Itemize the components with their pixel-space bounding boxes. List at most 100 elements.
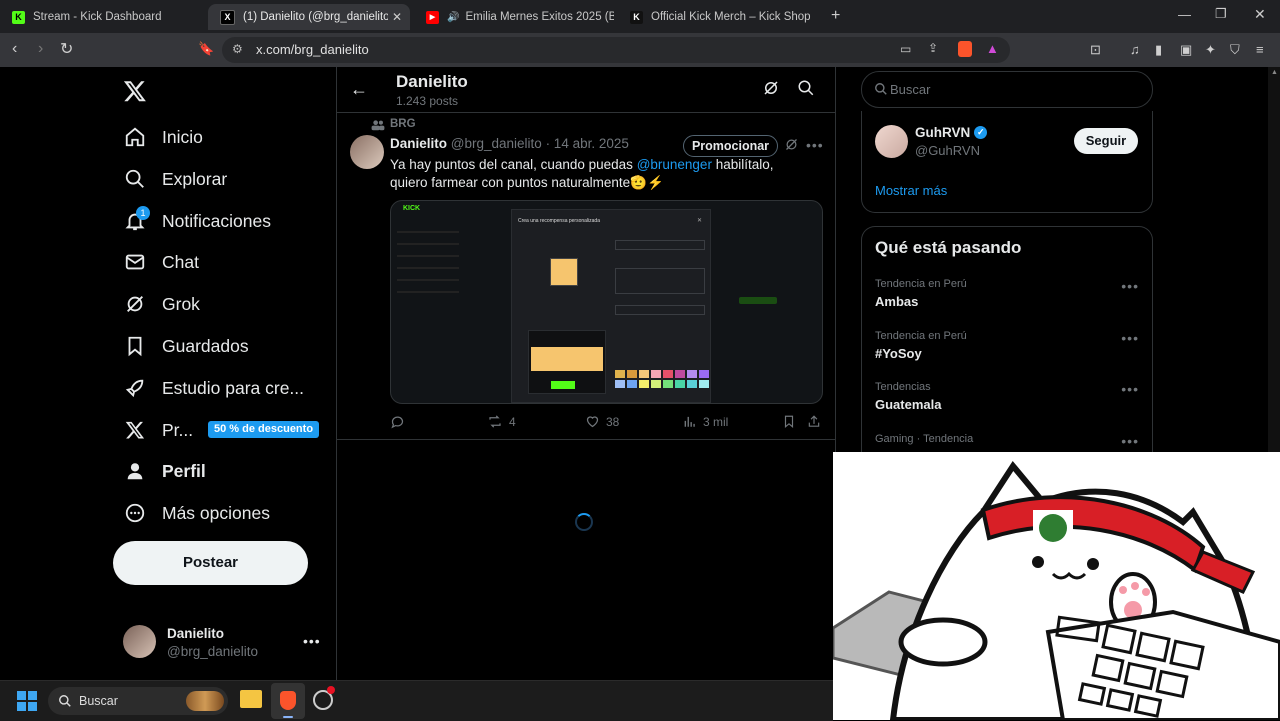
- tab-title: Official Kick Merch – Kick Shop: [651, 11, 811, 23]
- search-box[interactable]: Buscar: [861, 71, 1153, 108]
- nav-grok[interactable]: Grok: [122, 289, 200, 319]
- nav-label: Guardados: [162, 335, 249, 356]
- tweet-text: Ya hay puntos del canal, cuando puedas @…: [390, 156, 810, 192]
- notification-badge: 1: [136, 206, 150, 220]
- minimize-button[interactable]: —: [1178, 7, 1191, 22]
- forward-button[interactable]: ›: [38, 40, 43, 58]
- nav-label: Estudio para cre...: [162, 377, 305, 398]
- nav-label: Perfil: [162, 460, 206, 481]
- taskbar-search[interactable]: Buscar: [48, 687, 228, 715]
- media-color-swatches: [615, 370, 709, 392]
- tweet-media[interactable]: KICK Crea una recompensa personalizada ✕: [390, 200, 823, 404]
- nav-explore[interactable]: Explorar: [122, 164, 227, 194]
- nav-creator-studio[interactable]: Estudio para cre...: [122, 373, 304, 403]
- post-button[interactable]: Postear: [113, 541, 308, 585]
- premium-discount-badge[interactable]: 50 % de descuento: [208, 421, 320, 438]
- back-arrow-icon[interactable]: ←: [350, 79, 368, 100]
- tweet-author[interactable]: Danielito: [390, 136, 447, 151]
- audio-playing-icon: 🔊: [447, 11, 460, 23]
- media-reward-card: [550, 258, 578, 286]
- tweet-more-icon[interactable]: •••: [806, 137, 824, 153]
- scroll-up-icon[interactable]: ▲: [1271, 69, 1278, 76]
- obs-app-icon[interactable]: [313, 686, 335, 710]
- nav-more-options[interactable]: Más opciones: [122, 498, 270, 528]
- tweet-header: Danielito @brg_danielito · 14 abr. 2025: [390, 136, 629, 151]
- account-more-icon[interactable]: •••: [303, 633, 321, 649]
- bongo-cat-overlay: [833, 452, 1280, 720]
- nav-premium[interactable]: Pr...: [122, 415, 193, 445]
- nav-home[interactable]: Inicio: [122, 122, 203, 152]
- tweet-date[interactable]: · 14 abr. 2025: [546, 136, 629, 151]
- suggestion-avatar[interactable]: [875, 125, 908, 158]
- grok-explain-icon[interactable]: [784, 137, 799, 157]
- trend-more-icon[interactable]: •••: [1121, 330, 1139, 346]
- close-window-button[interactable]: ✕: [1254, 6, 1266, 23]
- trend-item[interactable]: Tendencia en Perú #YoSoy •••: [875, 330, 1139, 361]
- tab-kick-shop[interactable]: K Official Kick Merch – Kick Shop: [618, 4, 818, 30]
- show-more-link[interactable]: Mostrar más: [875, 183, 947, 198]
- grok-profile-icon[interactable]: [762, 79, 780, 102]
- like-button[interactable]: 38: [585, 414, 619, 429]
- reload-button[interactable]: ↻: [60, 39, 73, 59]
- menu-icon[interactable]: ≡: [1256, 42, 1264, 57]
- new-tab-button[interactable]: +: [831, 7, 840, 25]
- notification-dot: [327, 686, 335, 694]
- bookmark-page-icon[interactable]: 🔖: [198, 41, 214, 57]
- tab-kick-dashboard[interactable]: K Stream - Kick Dashboard: [0, 4, 205, 30]
- site-info-icon[interactable]: ⚙: [232, 42, 243, 56]
- leo-ai-icon[interactable]: ✦: [1205, 42, 1216, 58]
- reply-button[interactable]: [390, 414, 405, 434]
- nav-notifications[interactable]: 1 Notificaciones: [122, 206, 271, 236]
- back-button[interactable]: ‹: [12, 40, 17, 58]
- tweet-mention[interactable]: @brunenger: [637, 157, 712, 172]
- tweet-avatar[interactable]: [350, 135, 384, 169]
- bookmark-tweet-icon[interactable]: [782, 414, 796, 434]
- trend-item[interactable]: Tendencia en Perú Ambas •••: [875, 278, 1139, 309]
- suggestion-name-row[interactable]: GuhRVN ✓: [915, 125, 988, 140]
- trend-item[interactable]: Gaming · Tendencia •••: [875, 433, 1139, 449]
- trend-more-icon[interactable]: •••: [1121, 278, 1139, 294]
- trends-panel: Qué está pasando Tendencia en Perú Ambas…: [861, 226, 1153, 462]
- trend-more-icon[interactable]: •••: [1121, 433, 1139, 449]
- x-logo-icon[interactable]: [122, 79, 148, 108]
- cast-icon[interactable]: ▭: [900, 42, 911, 56]
- person-icon: [122, 458, 148, 484]
- trend-more-icon[interactable]: •••: [1121, 381, 1139, 397]
- wallet-icon[interactable]: ▣: [1180, 42, 1192, 58]
- x-premium-icon: [122, 417, 148, 443]
- brave-shields-icon[interactable]: [958, 41, 972, 57]
- address-bar[interactable]: ⚙ x.com/brg_danielito ▭ ⇪ ▲: [222, 37, 1010, 63]
- close-tab-icon[interactable]: ✕: [392, 10, 402, 24]
- community-context[interactable]: BRG: [390, 118, 416, 130]
- brave-taskbar-button[interactable]: [271, 683, 305, 719]
- share-icon[interactable]: ⇪: [928, 41, 938, 55]
- restore-button[interactable]: ❐: [1215, 6, 1227, 22]
- brave-rewards-icon[interactable]: ▲: [986, 41, 999, 56]
- media-icon[interactable]: ♫: [1130, 42, 1140, 57]
- suggestion-handle: @GuhRVN: [915, 143, 980, 158]
- nav-bookmarks[interactable]: Guardados: [122, 331, 249, 361]
- grok-icon: [122, 291, 148, 317]
- sidebar-icon[interactable]: ▮: [1155, 42, 1162, 58]
- account-switcher[interactable]: Danielito @brg_danielito •••: [113, 619, 328, 663]
- tab-youtube[interactable]: ▶ 🔊 Emilia Mernes Exitos 2025 (Best C: [414, 4, 614, 30]
- tab-title: Stream - Kick Dashboard: [33, 11, 162, 23]
- tab-x-profile[interactable]: X (1) Danielito (@brg_danielito) / X ✕: [208, 4, 410, 30]
- vpn-icon[interactable]: ⛉: [1230, 42, 1240, 58]
- trend-item[interactable]: Tendencias Guatemala •••: [875, 381, 1139, 412]
- tweet-handle[interactable]: @brg_danielito: [451, 136, 542, 151]
- search-profile-icon[interactable]: [797, 79, 815, 102]
- home-icon: [122, 124, 148, 150]
- promote-button[interactable]: Promocionar: [683, 135, 778, 157]
- follow-button[interactable]: Seguir: [1074, 128, 1138, 154]
- file-explorer-icon[interactable]: [240, 690, 262, 708]
- avatar: [123, 625, 156, 658]
- windows-start-icon[interactable]: [17, 691, 37, 711]
- nav-chat[interactable]: Chat: [122, 247, 199, 277]
- page-scrollbar[interactable]: ▲: [1268, 67, 1280, 452]
- share-tweet-icon[interactable]: [807, 414, 821, 434]
- views-button[interactable]: 3 mil: [683, 414, 728, 429]
- nav-profile[interactable]: Perfil: [122, 456, 206, 486]
- screenshot-icon[interactable]: ⊡: [1090, 42, 1101, 58]
- repost-button[interactable]: 4: [487, 414, 516, 429]
